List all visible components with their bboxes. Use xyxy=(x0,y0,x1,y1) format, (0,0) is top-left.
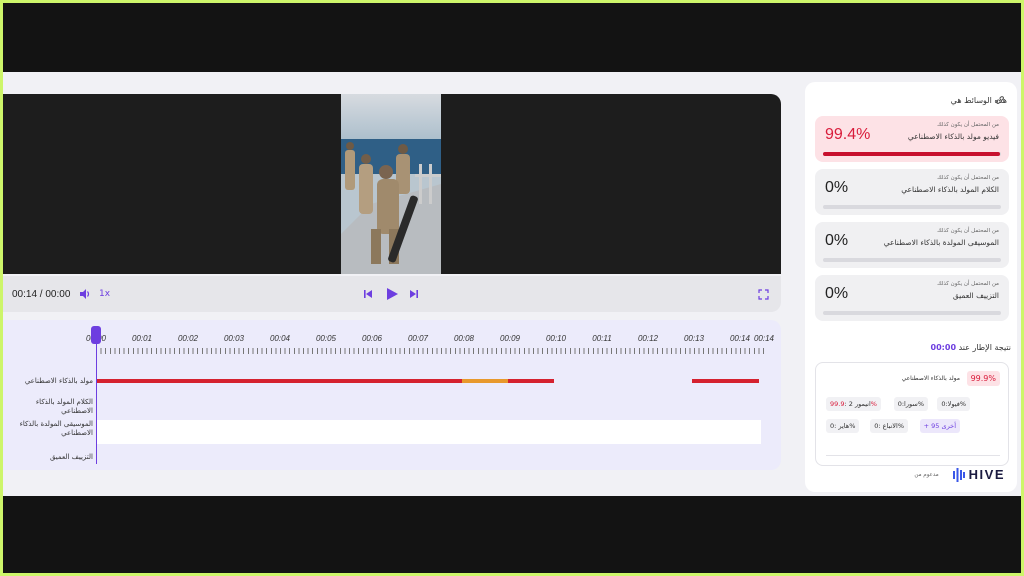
chip-name: انيمور 2 : xyxy=(844,400,871,408)
model-chip: هاير :0% xyxy=(826,419,860,433)
ruler-tick-label: 00:09 xyxy=(499,334,521,343)
card-progress xyxy=(823,258,1001,262)
ruler-tick-label: 00:04 xyxy=(269,334,291,343)
timeline-ruler[interactable]: 00:0000:0100:0200:0300:0400:0500:0600:07… xyxy=(86,334,774,358)
track-row: الكلام المولد بالذكاء الاصطناعي xyxy=(3,394,763,420)
track-row: التزييف العميق xyxy=(3,446,763,468)
ruler-tick-label: 00:01 xyxy=(131,334,153,343)
ruler-tick-label: 00:05 xyxy=(315,334,337,343)
track-row: الموسيقى المولدة بالذكاء الاصطناعي xyxy=(3,420,763,446)
track-label: الموسيقى المولدة بالذكاء الاصطناعي xyxy=(19,420,93,437)
ruler-tick-label: 00:07 xyxy=(407,334,429,343)
chip-name: فيولا: xyxy=(945,400,960,408)
card-subtitle: من المحتمل أن يكون كذلك xyxy=(937,281,999,287)
detection-segment[interactable] xyxy=(97,379,462,383)
result-card[interactable]: 0% من المحتمل أن يكون كذلك التزييف العمي… xyxy=(815,275,1009,321)
results-panel: هذه الوسائط هي 99.4% من المحتمل أن يكون … xyxy=(805,82,1017,492)
timeline[interactable]: 00:0000:0100:0200:0300:0400:0500:0600:07… xyxy=(3,320,781,470)
result-name: مولد بالذكاء الاصطناعي xyxy=(901,375,960,382)
card-name: التزييف العميق xyxy=(952,291,999,300)
track-label: مولد بالذكاء الاصطناعي xyxy=(24,377,93,385)
ruler-tick-label: 00:03 xyxy=(223,334,245,343)
ruler-tick-label: 00:12 xyxy=(637,334,659,343)
track-lane[interactable] xyxy=(97,420,761,444)
track-row: مولد بالذكاء الاصطناعي xyxy=(3,368,763,394)
card-percent: 0% xyxy=(825,179,849,196)
ruler-tick-label: 00:14 xyxy=(729,334,751,343)
track-label: الكلام المولد بالذكاء الاصطناعي xyxy=(35,398,93,415)
ruler-tick-label: 00:08 xyxy=(453,334,475,343)
ruler-tick-label: 00:06 xyxy=(361,334,383,343)
track-label: التزييف العميق xyxy=(49,453,93,461)
speed-button[interactable]: 1x xyxy=(99,276,110,312)
card-progress xyxy=(823,311,1001,315)
time-display: 00:14 / 00:00 xyxy=(12,288,71,300)
skip-forward-icon[interactable] xyxy=(409,276,419,312)
detection-segment[interactable] xyxy=(507,379,554,383)
card-percent: 99.4% xyxy=(825,126,871,143)
card-subtitle: من المحتمل أن يكون كذلك xyxy=(937,228,999,234)
card-percent: 0% xyxy=(825,232,849,249)
track-lane[interactable] xyxy=(97,446,761,466)
model-chip: الانباع :0% xyxy=(870,419,908,433)
player-controls: 00:14 / 00:00 1x xyxy=(3,276,781,312)
frame-result-label: نتيجة الإطار عند xyxy=(958,343,1011,352)
card-percent: 0% xyxy=(825,285,849,302)
chip-name: هاير : xyxy=(834,422,850,430)
frame-result-box: 99.9% مولد بالذكاء الاصطناعي فيولا:0% سو… xyxy=(815,362,1009,466)
skip-back-icon[interactable] xyxy=(363,276,373,312)
video-thumbnail xyxy=(341,94,441,274)
card-subtitle: من المحتمل أن يكون كذلك xyxy=(937,175,999,181)
model-chip: فيولا:0% xyxy=(937,397,970,411)
track-lane[interactable] xyxy=(97,368,761,394)
card-progress xyxy=(823,152,1001,156)
ruler-tick-label: 00:13 xyxy=(683,334,705,343)
chip-name: + 95 أخرى xyxy=(923,422,956,430)
result-card[interactable]: 0% من المحتمل أن يكون كذلك الموسيقى المو… xyxy=(815,222,1009,268)
model-chip: سورا:0% xyxy=(893,397,928,411)
result-card[interactable]: 0% من المحتمل أن يكون كذلك الكلام المولد… xyxy=(815,169,1009,215)
card-name: فيديو مولد بالذكاء الاصطناعي xyxy=(907,132,999,141)
volume-icon[interactable] xyxy=(79,276,91,312)
card-subtitle: من المحتمل أن يكون كذلك xyxy=(937,122,999,128)
ruler-tick-label: 00:11 xyxy=(592,334,612,343)
frame-result-heading: نتيجة الإطار عند 00:00 xyxy=(815,343,1011,352)
chip-name: الانباع : xyxy=(878,422,898,430)
brand-footer: مدعوم من HIVE xyxy=(914,467,1005,482)
link-icon[interactable] xyxy=(995,95,1005,108)
card-name: الكلام المولد بالذكاء الاصطناعي xyxy=(901,185,999,194)
detection-segment[interactable] xyxy=(461,379,508,383)
divider xyxy=(826,455,1000,456)
ruler-tick-label: 00:14 xyxy=(753,334,775,343)
powered-by: مدعوم من xyxy=(914,471,939,478)
model-chip: انيمور 2 :99.9% xyxy=(826,397,881,411)
panel-title: هذه الوسائط هي xyxy=(950,96,1007,105)
ruler-tick-label: 00:02 xyxy=(177,334,199,343)
play-icon[interactable] xyxy=(385,276,399,312)
playhead-handle[interactable] xyxy=(91,326,101,344)
video-player[interactable] xyxy=(3,94,781,274)
card-progress-fill xyxy=(823,152,1000,156)
video-frame[interactable] xyxy=(341,94,441,274)
brand-name: HIVE xyxy=(968,467,1005,482)
frame-result-time: 00:00 xyxy=(930,343,957,352)
result-badge: 99.9% xyxy=(966,371,1000,386)
hive-logo-icon xyxy=(952,467,965,482)
fullscreen-icon[interactable] xyxy=(758,276,769,312)
screen-frame: 00:14 / 00:00 1x 00:00 00:01 00:02 00:03 00:… xyxy=(3,3,1021,573)
app-container: 00:14 / 00:00 1x 00:00 00:01 00:02 00:03 00:… xyxy=(3,72,1021,496)
more-models-chip[interactable]: + 95 أخرى xyxy=(919,419,960,433)
result-card[interactable]: 99.4% من المحتمل أن يكون كذلك فيديو مولد… xyxy=(815,116,1009,162)
chip-name: سورا: xyxy=(901,400,918,408)
ruler-ticks xyxy=(96,348,766,354)
track-lane[interactable] xyxy=(97,394,761,420)
ruler-tick-label: 00:10 xyxy=(545,334,567,343)
card-name: الموسيقى المولدة بالذكاء الاصطناعي xyxy=(883,238,999,247)
detection-segment[interactable] xyxy=(691,379,760,383)
card-progress xyxy=(823,205,1001,209)
